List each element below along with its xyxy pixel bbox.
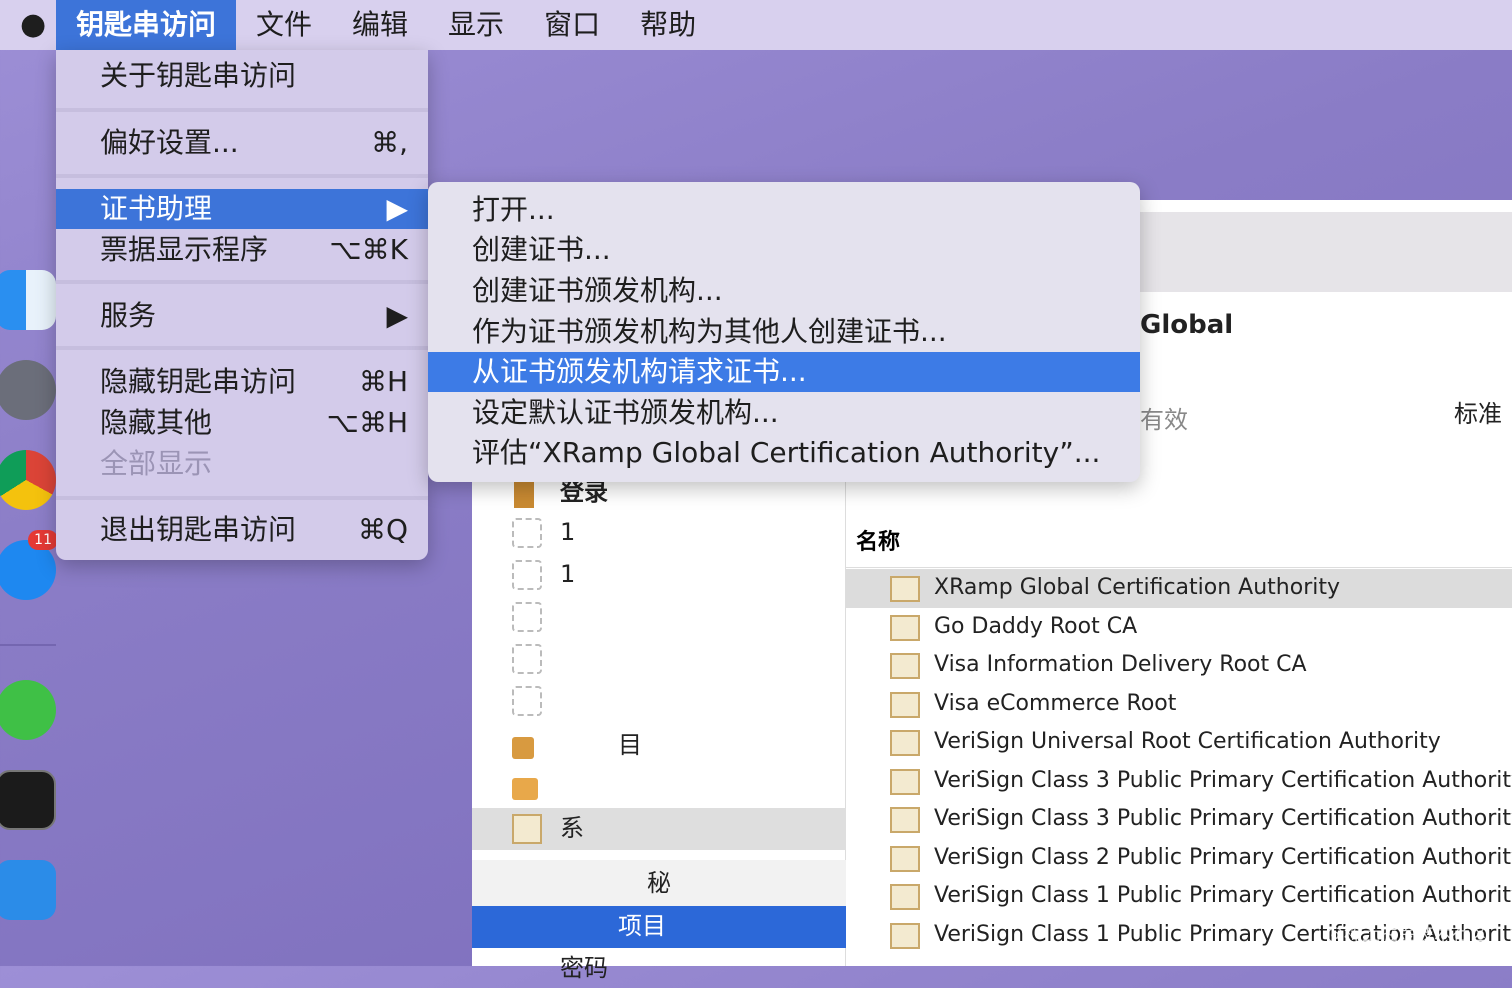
certificate-icon <box>890 653 920 679</box>
table-row[interactable]: VeriSign Class 3 Public Primary Certific… <box>846 800 1512 839</box>
sidebar-item[interactable] <box>472 596 846 636</box>
separator <box>56 108 428 112</box>
certificate-icon <box>890 730 920 756</box>
menu-item-show-all: 全部显示 <box>100 447 213 480</box>
badge: 11 <box>28 530 58 550</box>
sidebar-item[interactable]: 目 <box>472 725 846 765</box>
separator <box>56 496 428 500</box>
table-row[interactable]: VeriSign Class 1 Public Primary Certific… <box>846 877 1512 916</box>
vscode-icon[interactable] <box>0 860 56 920</box>
submenu-arrow-icon: ▶ <box>386 192 408 225</box>
sidebar-item[interactable] <box>472 766 846 806</box>
separator <box>56 280 428 284</box>
certificate-icon <box>890 922 920 949</box>
menu-edit[interactable]: 编辑 <box>332 0 428 50</box>
terminal-icon[interactable] <box>0 770 56 830</box>
menu-item-ticket-viewer[interactable]: 票据显示程序 ⌥⌘K <box>56 230 428 270</box>
certificate-info: Global 有效 标准 <box>1140 310 1512 435</box>
sidebar-item[interactable] <box>472 638 846 678</box>
certificate-assistant-submenu: 打开... 创建证书... 创建证书颁发机构... 作为证书颁发机构为其他人创建… <box>428 182 1140 482</box>
watermark: @稀土掘金技术社区 <box>1326 924 1488 945</box>
category-passwords[interactable]: 密码 <box>472 948 846 988</box>
app-store-icon[interactable]: 11 <box>0 530 58 600</box>
apple-icon[interactable]: ● <box>0 0 56 50</box>
sidebar-item[interactable]: 1 <box>472 554 846 594</box>
menu-view[interactable]: 显示 <box>428 0 524 50</box>
menu-item-quit[interactable]: 退出钥匙串访问 ⌘Q <box>56 510 428 550</box>
submenu-item-request-from-ca[interactable]: 从证书颁发机构请求证书... <box>428 352 1140 392</box>
launchpad-icon[interactable] <box>0 360 56 420</box>
certificate-icon <box>512 814 542 844</box>
submenu-item-set-default-ca[interactable]: 设定默认证书颁发机构... <box>428 393 1140 433</box>
sidebar-item[interactable] <box>472 680 846 720</box>
sidebar-item[interactable]: 1 <box>472 512 846 552</box>
table-row[interactable]: XRamp Global Certification Authority <box>846 569 1512 608</box>
table-row[interactable]: VeriSign Class 3 Public Primary Certific… <box>846 762 1512 801</box>
keychain-icon <box>512 686 542 716</box>
keychain-icon <box>512 518 542 548</box>
unlocked-icon <box>512 737 534 759</box>
category-header: 秘 <box>472 860 846 906</box>
certificate-icon <box>890 884 920 910</box>
submenu-item-create-ca[interactable]: 创建证书颁发机构... <box>428 271 1140 311</box>
finder-icon[interactable] <box>0 270 56 330</box>
menu-item-services[interactable]: 服务 ▶ <box>56 296 428 336</box>
chrome-icon[interactable] <box>0 450 56 510</box>
wechat-icon[interactable] <box>0 680 56 740</box>
certificate-icon <box>890 768 920 795</box>
keychain-icon <box>514 478 534 508</box>
menu-item-about[interactable]: 关于钥匙串访问 <box>56 56 428 96</box>
separator <box>56 346 428 350</box>
menu-file[interactable]: 文件 <box>236 0 332 50</box>
category-all-items[interactable]: 项目 <box>472 906 846 948</box>
certificate-icon <box>890 807 920 833</box>
menu-item-hide[interactable]: 隐藏钥匙串访问 ⌘H <box>56 362 428 402</box>
submenu-item-open[interactable]: 打开... <box>428 190 1140 230</box>
menu-item-hide-others[interactable]: 隐藏其他 ⌥⌘H <box>56 403 428 443</box>
certificate-icon <box>890 614 920 641</box>
menu-item-preferences[interactable]: 偏好设置... ⌘, <box>56 123 428 163</box>
sidebar-item-system[interactable]: 系 <box>472 808 846 850</box>
separator <box>56 174 428 178</box>
keychain-icon <box>512 560 542 590</box>
cert-standard: 标准 <box>1454 400 1502 428</box>
menu-app[interactable]: 钥匙串访问 <box>56 0 237 50</box>
dock-divider <box>0 644 56 646</box>
submenu-item-evaluate[interactable]: 评估“XRamp Global Certification Authority”… <box>428 433 1140 473</box>
submenu-item-create-certificate[interactable]: 创建证书... <box>428 230 1140 270</box>
cert-title: Global <box>1140 310 1234 340</box>
certificate-icon <box>890 576 920 602</box>
certificate-icon <box>890 691 920 718</box>
menu-window[interactable]: 窗口 <box>524 0 620 50</box>
table-row[interactable]: Visa Information Delivery Root CA <box>846 646 1512 685</box>
certificate-icon <box>890 845 920 872</box>
column-header-name[interactable]: 名称 <box>846 518 1512 568</box>
submenu-arrow-icon: ▶ <box>386 299 408 332</box>
keychain-icon <box>512 644 542 674</box>
menu-help[interactable]: 帮助 <box>620 0 716 50</box>
menu-item-certificate-assistant[interactable]: 证书助理 ▶ <box>56 189 428 229</box>
window-toolbar <box>1140 212 1512 292</box>
certificate-list: 名称 XRamp Global Certification Authority … <box>846 518 1512 966</box>
locked-icon <box>512 778 538 800</box>
keychain-icon <box>512 602 542 632</box>
table-row[interactable]: Visa eCommerce Root <box>846 685 1512 724</box>
table-row[interactable]: Go Daddy Root CA <box>846 608 1512 647</box>
app-menu: 关于钥匙串访问 偏好设置... ⌘, 证书助理 ▶ 票据显示程序 ⌥⌘K 服务 ▶ 隐藏… <box>56 50 428 560</box>
submenu-item-create-for-others[interactable]: 作为证书颁发机构为其他人创建证书... <box>428 312 1140 352</box>
table-row[interactable]: VeriSign Class 2 Public Primary Certific… <box>846 839 1512 878</box>
dock: 11 <box>0 250 58 966</box>
keychain-sidebar: 登录 1 1 目 系 秘 项目 密码 <box>472 478 846 982</box>
menu-bar: ● 钥匙串访问 文件 编辑 显示 窗口 帮助 <box>0 0 1512 50</box>
table-row[interactable]: VeriSign Universal Root Certification Au… <box>846 723 1512 762</box>
